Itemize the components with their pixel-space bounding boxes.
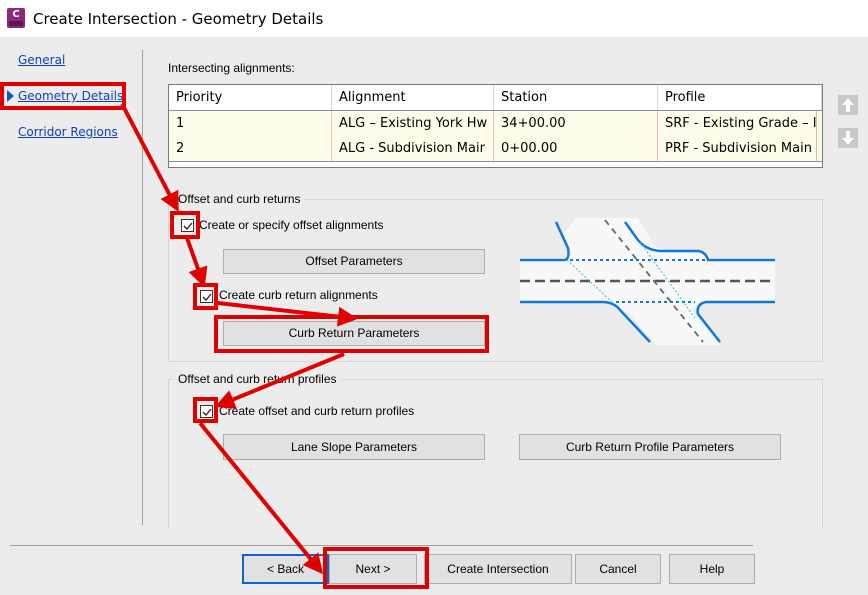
table-row[interactable]: 1 ALG – Existing York Hw 34+00.00 SRF - … — [169, 111, 822, 137]
move-up-button[interactable] — [838, 95, 858, 115]
move-down-button[interactable] — [838, 128, 858, 148]
station-cell[interactable]: 34+00.00 — [494, 111, 658, 136]
offset-parameters-button[interactable]: Offset Parameters — [223, 249, 485, 274]
alignments-table: Priority Alignment Station Profile 1 ALG… — [168, 84, 823, 168]
create-curb-return-checkbox[interactable] — [200, 290, 213, 303]
create-offset-checkbox[interactable] — [181, 219, 194, 232]
civil-3d-icon: C — [7, 8, 25, 28]
profile-cell[interactable]: PRF - Subdivision Main — [658, 136, 817, 161]
station-cell[interactable]: 0+00.00 — [494, 136, 658, 161]
column-header-alignment[interactable]: Alignment — [332, 85, 494, 110]
help-button[interactable]: Help — [669, 554, 755, 584]
table-header: Priority Alignment Station Profile — [169, 85, 822, 111]
priority-cell: 1 — [169, 111, 332, 136]
next-button[interactable]: Next > — [329, 554, 417, 584]
road-illustration — [520, 218, 775, 345]
lane-slope-parameters-button[interactable]: Lane Slope Parameters — [223, 434, 485, 460]
create-profiles-checkbox[interactable] — [200, 405, 213, 418]
checkmark-icon — [183, 222, 193, 230]
arrow-up-icon — [842, 98, 854, 112]
nav-corridor-regions[interactable]: Corridor Regions — [18, 125, 118, 139]
create-offset-label[interactable]: Create or specify offset alignments — [199, 218, 384, 232]
back-button[interactable]: < Back — [242, 554, 329, 584]
intersecting-alignments-label: Intersecting alignments: — [168, 61, 295, 75]
window-title: Create Intersection - Geometry Details — [33, 10, 324, 28]
create-curb-return-label[interactable]: Create curb return alignments — [219, 288, 378, 302]
table-row[interactable]: 2 ALG - Subdivision Mair 0+00.00 PRF - S… — [169, 136, 822, 162]
nav-general[interactable]: General — [18, 53, 65, 67]
alignment-cell[interactable]: ALG – Existing York Hw — [332, 111, 494, 136]
arrow-down-icon — [842, 131, 854, 145]
profiles-group-title: Offset and curb return profiles — [174, 372, 341, 386]
column-header-profile[interactable]: Profile — [658, 85, 822, 110]
checkmark-icon — [202, 408, 212, 416]
nav-geometry-details[interactable]: Geometry Details — [18, 89, 123, 103]
intersection-diagram — [520, 218, 775, 345]
priority-cell: 2 — [169, 136, 332, 161]
current-page-arrow-icon — [7, 90, 14, 102]
alignment-cell[interactable]: ALG - Subdivision Mair — [332, 136, 494, 161]
nav-divider — [142, 50, 143, 525]
checkmark-icon — [202, 293, 212, 301]
profile-cell[interactable]: SRF - Existing Grade – I — [658, 111, 817, 136]
curb-return-profile-parameters-button[interactable]: Curb Return Profile Parameters — [519, 434, 781, 460]
curb-return-parameters-button[interactable]: Curb Return Parameters — [223, 321, 485, 346]
offset-curb-returns-title: Offset and curb returns — [174, 192, 305, 206]
create-profiles-label[interactable]: Create offset and curb return profiles — [219, 404, 414, 418]
cancel-button[interactable]: Cancel — [575, 554, 661, 584]
title-bar: C Create Intersection - Geometry Details — [0, 0, 868, 37]
column-header-station[interactable]: Station — [494, 85, 658, 110]
footer-divider — [10, 545, 753, 546]
column-header-priority[interactable]: Priority — [169, 85, 332, 110]
create-intersection-button[interactable]: Create Intersection — [424, 554, 572, 584]
